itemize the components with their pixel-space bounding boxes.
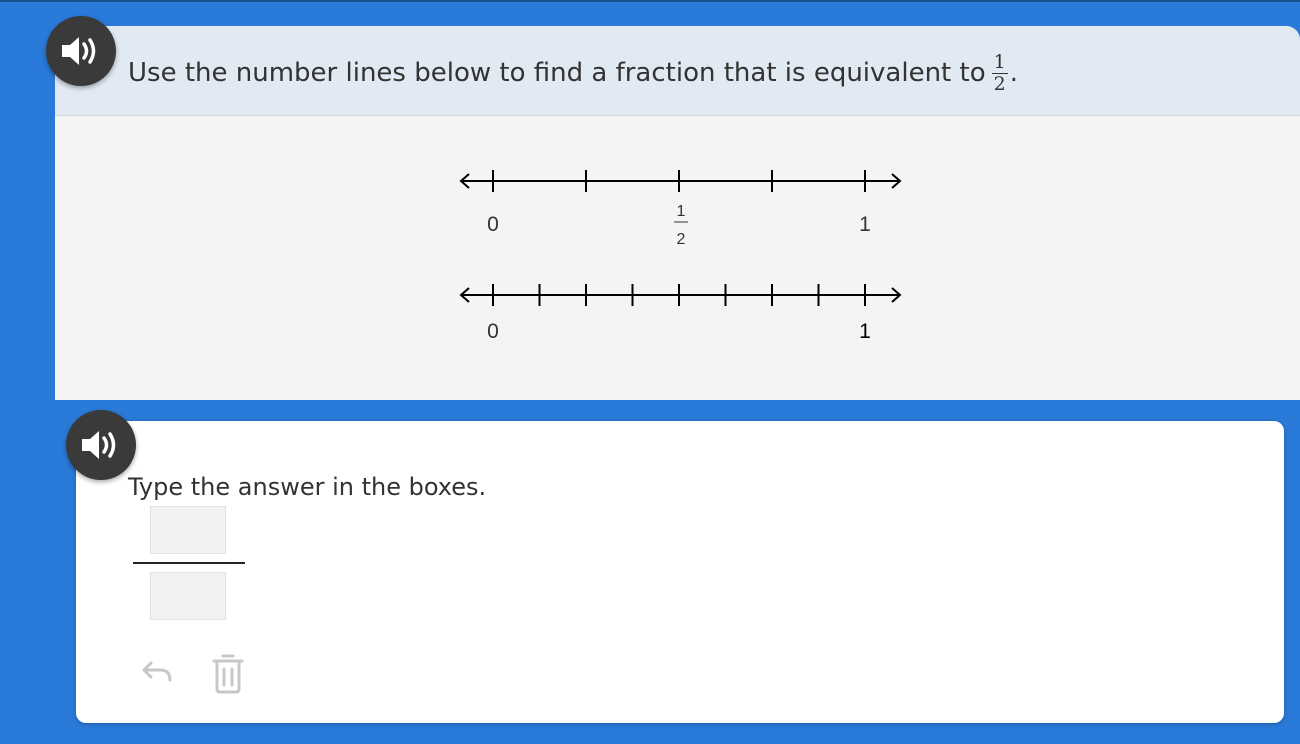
- fraction-bar: [133, 562, 245, 564]
- number-line-top: 0 1 2 1: [459, 170, 902, 248]
- undo-icon: [142, 661, 172, 682]
- answer-panel: Type the answer in the boxes.: [76, 421, 1284, 723]
- answer-audio-button[interactable]: [66, 410, 136, 480]
- speaker-icon: [62, 37, 96, 65]
- number-line-top-label-half-numerator: 1: [677, 203, 686, 220]
- number-line-bottom-label-one: 1: [859, 320, 871, 343]
- number-line-bottom: 0 1: [459, 284, 902, 343]
- trash-icon: [212, 654, 244, 694]
- delete-button[interactable]: [210, 651, 246, 699]
- answer-instruction: Type the answer in the boxes.: [128, 473, 487, 501]
- top-strip: [0, 0, 1300, 2]
- number-line-top-label-zero: 0: [487, 213, 499, 236]
- question-panel: Use the number lines below to find a fra…: [55, 26, 1300, 400]
- undo-button[interactable]: [140, 657, 174, 691]
- speaker-icon: [82, 431, 116, 459]
- number-line-top-label-one: 1: [859, 213, 871, 236]
- numerator-input[interactable]: [150, 506, 226, 554]
- denominator-input[interactable]: [150, 572, 226, 620]
- number-lines: 0 1 2 1 0 1: [459, 170, 902, 343]
- question-audio-button[interactable]: [46, 16, 116, 86]
- number-line-bottom-label-zero: 0: [487, 320, 499, 343]
- number-line-top-label-half-denominator: 2: [677, 231, 686, 248]
